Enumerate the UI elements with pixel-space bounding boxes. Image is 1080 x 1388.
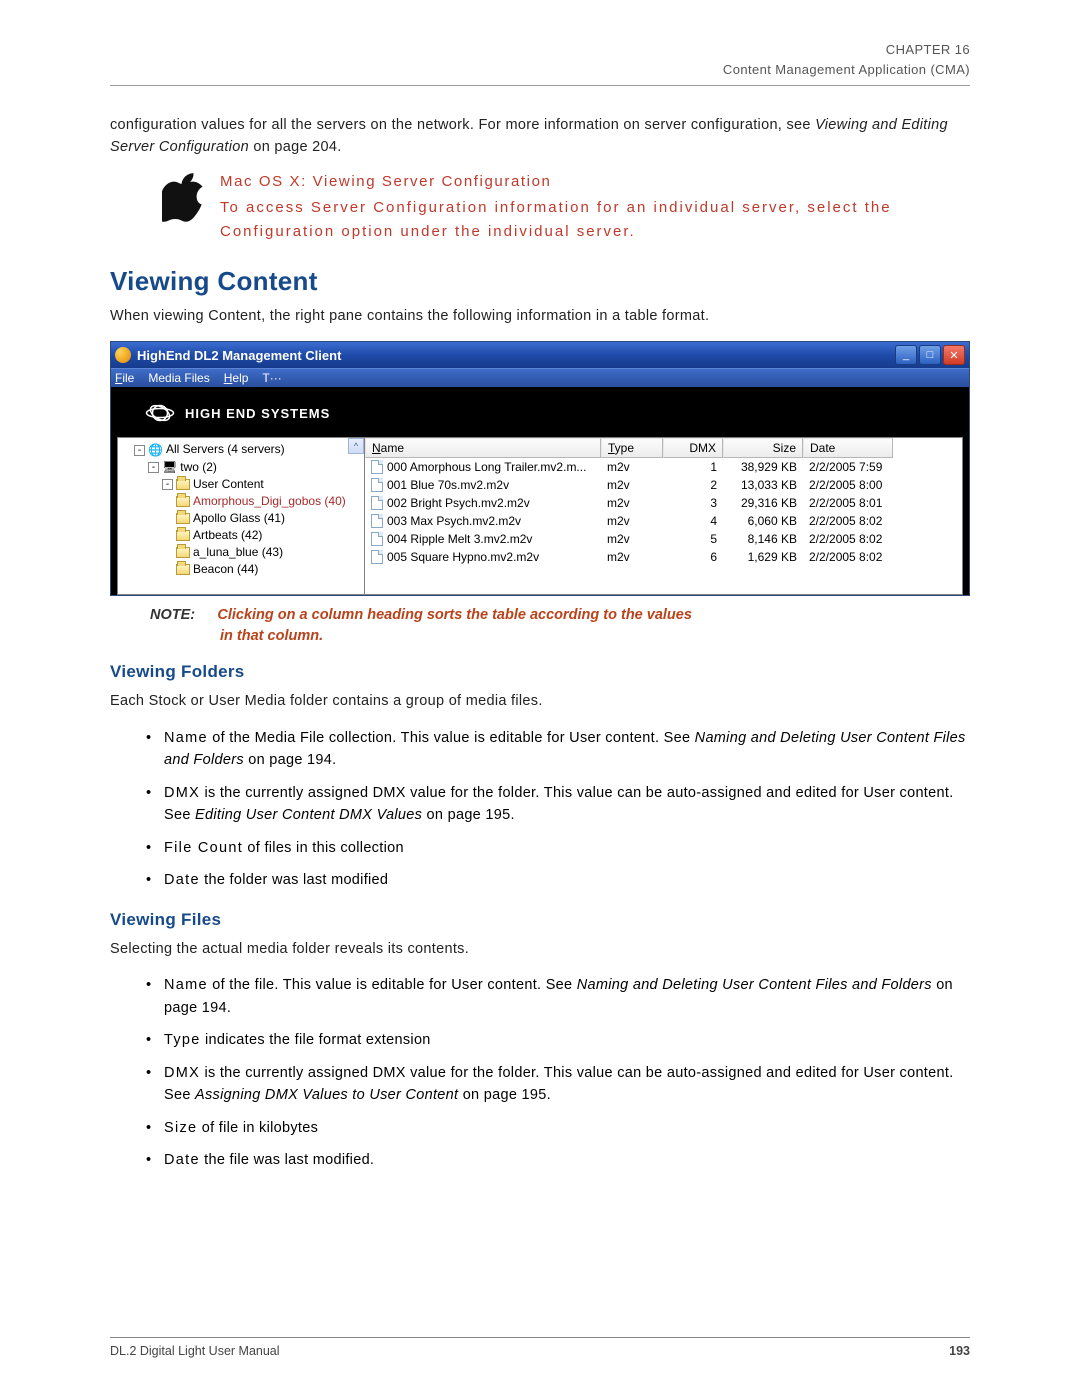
cma-window: HighEnd DL2 Management Client _ □ ✕ File… <box>110 341 970 596</box>
file-icon <box>371 514 383 528</box>
file-icon <box>371 460 383 474</box>
list-item: DMX is the currently assigned DMX value … <box>146 782 970 827</box>
brand-bar: HIGH END SYSTEMS <box>117 397 963 437</box>
tree-item[interactable]: Amorphous_Digi_gobos (40) <box>176 493 362 510</box>
file-icon <box>371 478 383 492</box>
window-title: HighEnd DL2 Management Client <box>137 348 895 363</box>
table-row[interactable]: 002 Bright Psych.mv2.m2vm2v329,316 KB2/2… <box>365 494 962 512</box>
folder-icon <box>176 496 190 507</box>
file-icon <box>371 532 383 546</box>
list-item: Type indicates the file format extension <box>146 1029 970 1051</box>
scroll-up-icon[interactable]: ^ <box>348 438 364 454</box>
chapter-title: Content Management Application (CMA) <box>110 60 970 80</box>
viewing-files-heading: Viewing Files <box>110 910 970 930</box>
column-headers: Name Type DMX Size Date <box>365 438 962 458</box>
list-item: Date the folder was last modified <box>146 869 970 891</box>
computer-icon: 🖥 <box>162 459 177 476</box>
section-para: When viewing Content, the right pane con… <box>110 305 970 327</box>
folder-icon <box>176 513 190 524</box>
collapse-icon[interactable]: - <box>148 462 159 473</box>
note-label: NOTE: <box>150 607 195 623</box>
servers-icon: 🌐 <box>148 442 163 459</box>
folder-icon <box>176 530 190 541</box>
list-item: Date the file was last modified. <box>146 1149 970 1171</box>
close-button[interactable]: ✕ <box>943 345 965 365</box>
table-row[interactable]: 005 Square Hypno.mv2.m2vm2v61,629 KB2/2/… <box>365 548 962 566</box>
file-icon <box>371 550 383 564</box>
tree-server[interactable]: -🖥two (2) -User Content Amorphous_Digi_g… <box>148 459 362 578</box>
apple-logo-icon <box>162 173 206 244</box>
intro-paragraph: configuration values for all the servers… <box>110 114 970 159</box>
mac-title: Mac OS X: Viewing Server Configuration <box>220 173 970 190</box>
col-type[interactable]: Type <box>601 438 663 458</box>
page-footer: DL.2 Digital Light User Manual 193 <box>110 1337 970 1358</box>
tree-item[interactable]: Beacon (44) <box>176 561 362 578</box>
minimize-button[interactable]: _ <box>895 345 917 365</box>
mac-desc: To access Server Configuration informati… <box>220 196 970 244</box>
list-item: Name of the Media File collection. This … <box>146 727 970 772</box>
list-item: Name of the file. This value is editable… <box>146 974 970 1019</box>
page-number: 193 <box>949 1344 970 1358</box>
tree-user-content[interactable]: -User Content Amorphous_Digi_gobos (40)A… <box>162 476 362 578</box>
folder-icon <box>176 564 190 575</box>
folders-para: Each Stock or User Media folder contains… <box>110 690 970 712</box>
collapse-icon[interactable]: - <box>134 445 145 456</box>
intro-tail: on page 204. <box>253 139 341 155</box>
menu-file[interactable]: File <box>115 371 134 385</box>
folder-icon <box>176 547 190 558</box>
viewing-folders-heading: Viewing Folders <box>110 662 970 682</box>
brand-text: HIGH END SYSTEMS <box>185 406 330 421</box>
folders-list: Name of the Media File collection. This … <box>110 727 970 892</box>
titlebar: HighEnd DL2 Management Client _ □ ✕ <box>111 342 969 368</box>
files-list: Name of the file. This value is editable… <box>110 974 970 1171</box>
col-name[interactable]: Name <box>365 438 601 458</box>
menubar: File Media Files Help T··· <box>111 368 969 387</box>
note-line1: Clicking on a column heading sorts the t… <box>217 607 692 623</box>
tree-pane[interactable]: ^ -🌐All Servers (4 servers) -🖥two (2) -U… <box>117 437 365 595</box>
col-size[interactable]: Size <box>723 438 803 458</box>
folder-open-icon <box>176 479 190 490</box>
table-row[interactable]: 003 Max Psych.mv2.m2vm2v46,060 KB2/2/200… <box>365 512 962 530</box>
list-item: DMX is the currently assigned DMX value … <box>146 1062 970 1107</box>
col-dmx[interactable]: DMX <box>663 438 723 458</box>
menu-help[interactable]: Help <box>224 371 249 385</box>
tree-item[interactable]: Artbeats (42) <box>176 527 362 544</box>
table-row[interactable]: 004 Ripple Melt 3.mv2.m2vm2v58,146 KB2/2… <box>365 530 962 548</box>
page-header: CHAPTER 16 Content Management Applicatio… <box>110 40 970 86</box>
section-heading: Viewing Content <box>110 266 970 297</box>
col-date[interactable]: Date <box>803 438 893 458</box>
file-list-pane[interactable]: Name Type DMX Size Date 000 Amorphous Lo… <box>365 437 963 595</box>
file-icon <box>371 496 383 510</box>
mac-os-note: Mac OS X: Viewing Server Configuration T… <box>162 173 970 244</box>
maximize-button[interactable]: □ <box>919 345 941 365</box>
table-row[interactable]: 001 Blue 70s.mv2.m2vm2v213,033 KB2/2/200… <box>365 476 962 494</box>
tree-root[interactable]: -🌐All Servers (4 servers) -🖥two (2) -Use… <box>134 441 362 578</box>
list-item: File Count of files in this collection <box>146 837 970 859</box>
tree-item[interactable]: Apollo Glass (41) <box>176 510 362 527</box>
collapse-icon[interactable]: - <box>162 479 173 490</box>
footer-left: DL.2 Digital Light User Manual <box>110 1344 280 1358</box>
table-row[interactable]: 000 Amorphous Long Trailer.mv2.m...m2v13… <box>365 458 962 476</box>
note-line2: in that column. <box>220 628 970 644</box>
app-icon <box>115 347 131 363</box>
tree-item[interactable]: a_luna_blue (43) <box>176 544 362 561</box>
menu-media-files[interactable]: Media Files <box>148 371 209 385</box>
files-para: Selecting the actual media folder reveal… <box>110 938 970 960</box>
list-item: Size of file in kilobytes <box>146 1117 970 1139</box>
chapter-label: CHAPTER 16 <box>110 40 970 60</box>
brand-logo-icon <box>145 403 175 423</box>
note-block: NOTE: Clicking on a column heading sorts… <box>150 606 970 644</box>
menu-extra[interactable]: T··· <box>262 371 281 385</box>
intro-text: configuration values for all the servers… <box>110 117 815 133</box>
